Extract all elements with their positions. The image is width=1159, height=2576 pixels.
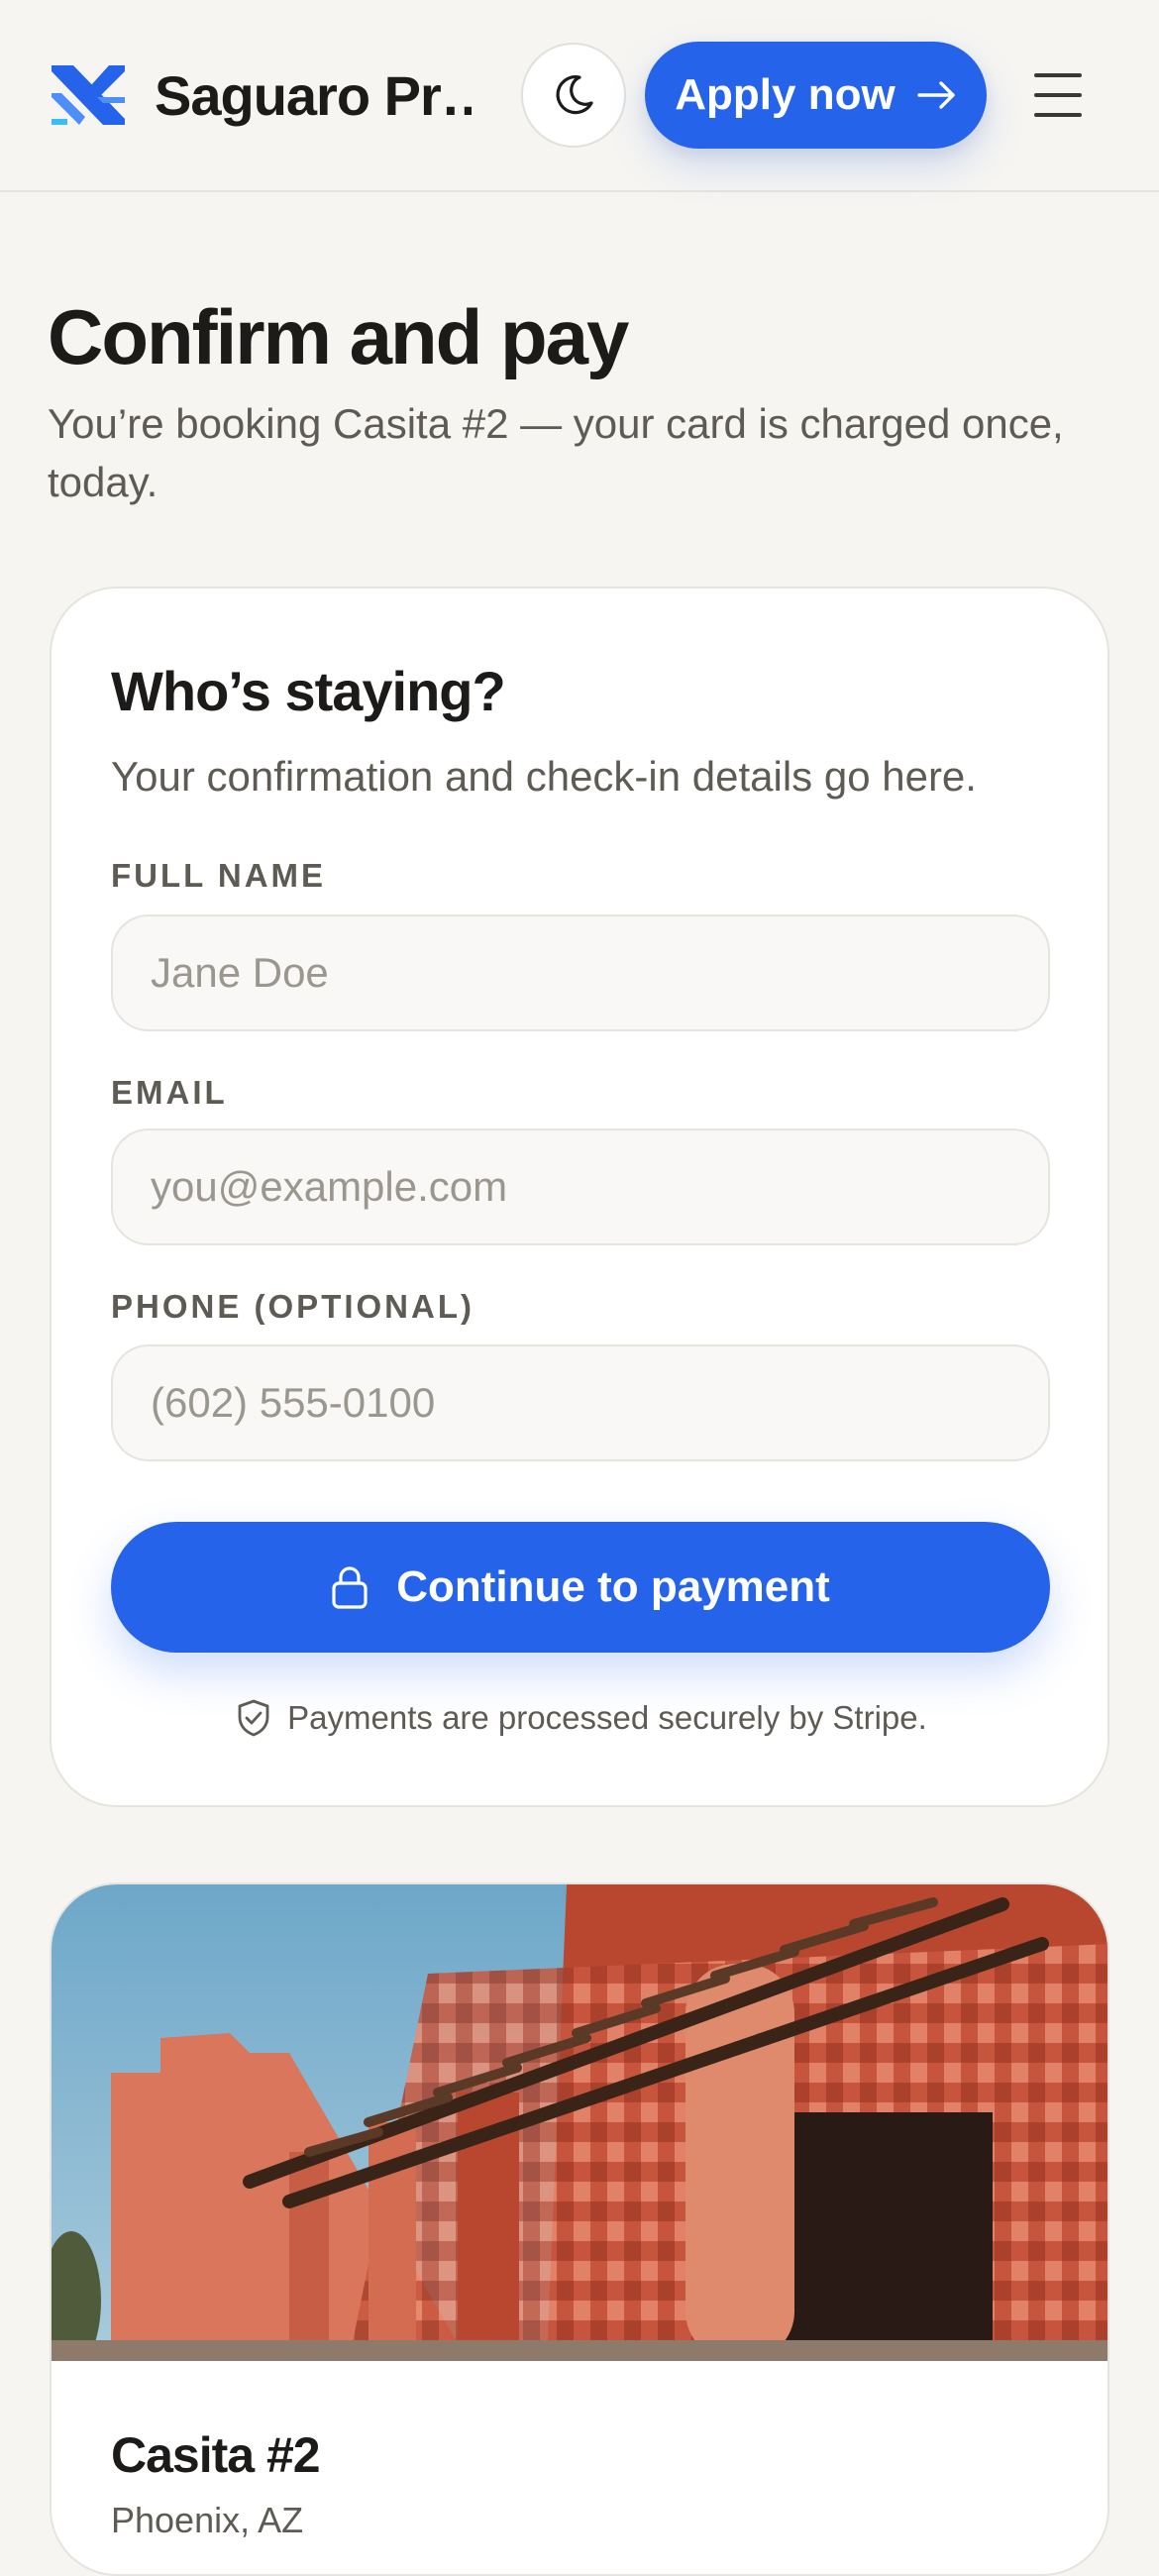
top-header: Saguaro Pr… Apply now [0, 0, 1159, 192]
apply-now-label: Apply now [675, 70, 896, 119]
listing-photo [52, 1884, 1107, 2361]
continue-to-payment-label: Continue to payment [396, 1562, 830, 1611]
phone-label: PHONE (OPTIONAL) [111, 1288, 474, 1325]
menu-button[interactable] [1030, 69, 1086, 121]
card-description: Your confirmation and check-in details g… [111, 753, 977, 800]
lock-icon [332, 1566, 368, 1609]
continue-to-payment-button[interactable]: Continue to payment [111, 1522, 1050, 1653]
hamburger-icon-line [1034, 113, 1082, 117]
hamburger-icon-line [1034, 93, 1082, 97]
brand-logo-icon[interactable] [46, 57, 131, 131]
shield-check-icon [238, 1699, 269, 1737]
guest-details-card: Who’s staying? Your confirmation and che… [50, 587, 1109, 1807]
moon-icon [556, 74, 593, 115]
phone-input[interactable] [111, 1344, 1050, 1461]
card-title: Who’s staying? [111, 660, 506, 722]
apply-now-button[interactable]: Apply now [645, 42, 987, 149]
theme-toggle-button[interactable] [521, 43, 626, 148]
full-name-label: FULL NAME [111, 857, 327, 894]
secure-payment-note: Payments are processed securely by Strip… [52, 1698, 1111, 1738]
full-name-input[interactable] [111, 914, 1050, 1031]
email-input[interactable] [111, 1128, 1050, 1245]
arrow-right-icon [917, 81, 955, 109]
email-label: EMAIL [111, 1074, 228, 1111]
hamburger-icon-line [1034, 73, 1082, 77]
brand-name[interactable]: Saguaro Pr… [155, 61, 472, 131]
page-title: Confirm and pay [48, 293, 629, 380]
listing-card[interactable]: Casita #2 Phoenix, AZ [50, 1882, 1109, 2576]
page-subtitle: You’re booking Casita #2 — your card is … [48, 400, 1064, 505]
secure-payment-text: Payments are processed securely by Strip… [287, 1699, 927, 1736]
listing-name: Casita #2 [111, 2427, 321, 2483]
listing-location: Phoenix, AZ [111, 2500, 304, 2540]
